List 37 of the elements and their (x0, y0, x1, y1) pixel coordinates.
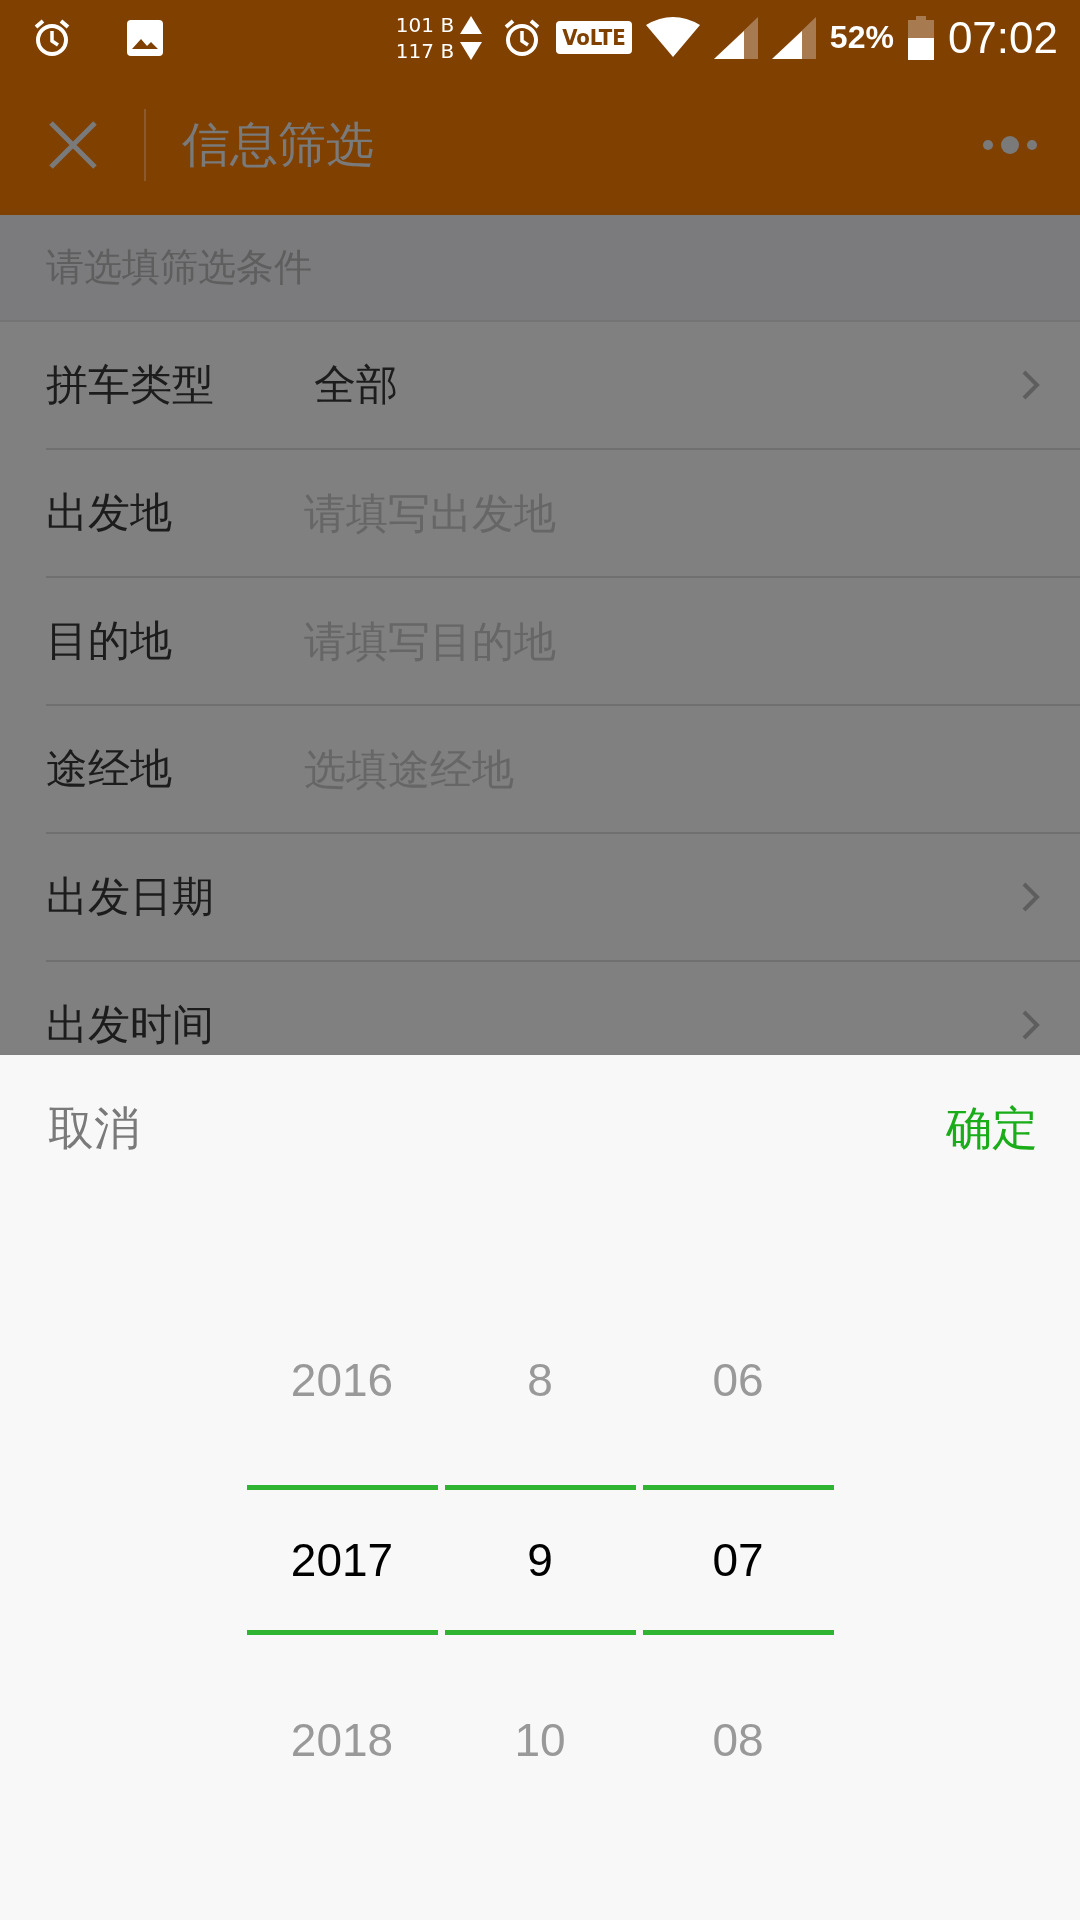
select-value[interactable]: 全部 (314, 357, 398, 413)
signal-icon (713, 16, 758, 59)
signal-icon (771, 16, 816, 59)
confirm-button[interactable]: 确定 (946, 1098, 1038, 1160)
battery-icon (907, 15, 934, 60)
field-label: 目的地 (46, 615, 173, 667)
field-label: 途经地 (46, 743, 173, 795)
image-icon (126, 18, 164, 57)
battery-percent: 52% (829, 19, 894, 56)
picker-item-selected[interactable]: 9 (444, 1485, 636, 1635)
picker-item-selected[interactable]: 2017 (246, 1485, 438, 1635)
page-title: 信息筛选 (182, 115, 374, 174)
alarm-icon (32, 17, 72, 58)
picker-item-selected[interactable]: 07 (642, 1485, 834, 1635)
field-label: 出发地 (46, 487, 173, 539)
chevron-right-icon[interactable] (1022, 370, 1040, 400)
down-arrow-icon (460, 41, 483, 60)
volte-badge: VoLTE (556, 21, 632, 54)
close-icon[interactable] (48, 120, 98, 170)
picker-item[interactable]: 2016 (246, 1290, 438, 1470)
picker-item[interactable]: 8 (444, 1290, 636, 1470)
picker-item[interactable]: 08 (642, 1650, 834, 1830)
field-label: 拼车类型 (46, 359, 215, 411)
picker-item[interactable]: 2018 (246, 1650, 438, 1830)
up-arrow-icon (460, 15, 483, 34)
picker-item[interactable]: 10 (444, 1650, 636, 1830)
field-label: 出发时间 (46, 999, 215, 1051)
upload-speed: 101 B (395, 11, 455, 38)
wifi-icon (645, 16, 700, 59)
picker-item[interactable]: 06 (642, 1290, 834, 1470)
more-icon[interactable] (982, 135, 1038, 155)
download-speed: 117 B (395, 37, 455, 64)
field-label: 出发日期 (46, 871, 215, 923)
clock: 07:02 (947, 12, 1058, 63)
cancel-button[interactable]: 取消 (48, 1098, 140, 1160)
chevron-right-icon[interactable] (1022, 882, 1040, 912)
chevron-right-icon[interactable] (1022, 1010, 1040, 1040)
